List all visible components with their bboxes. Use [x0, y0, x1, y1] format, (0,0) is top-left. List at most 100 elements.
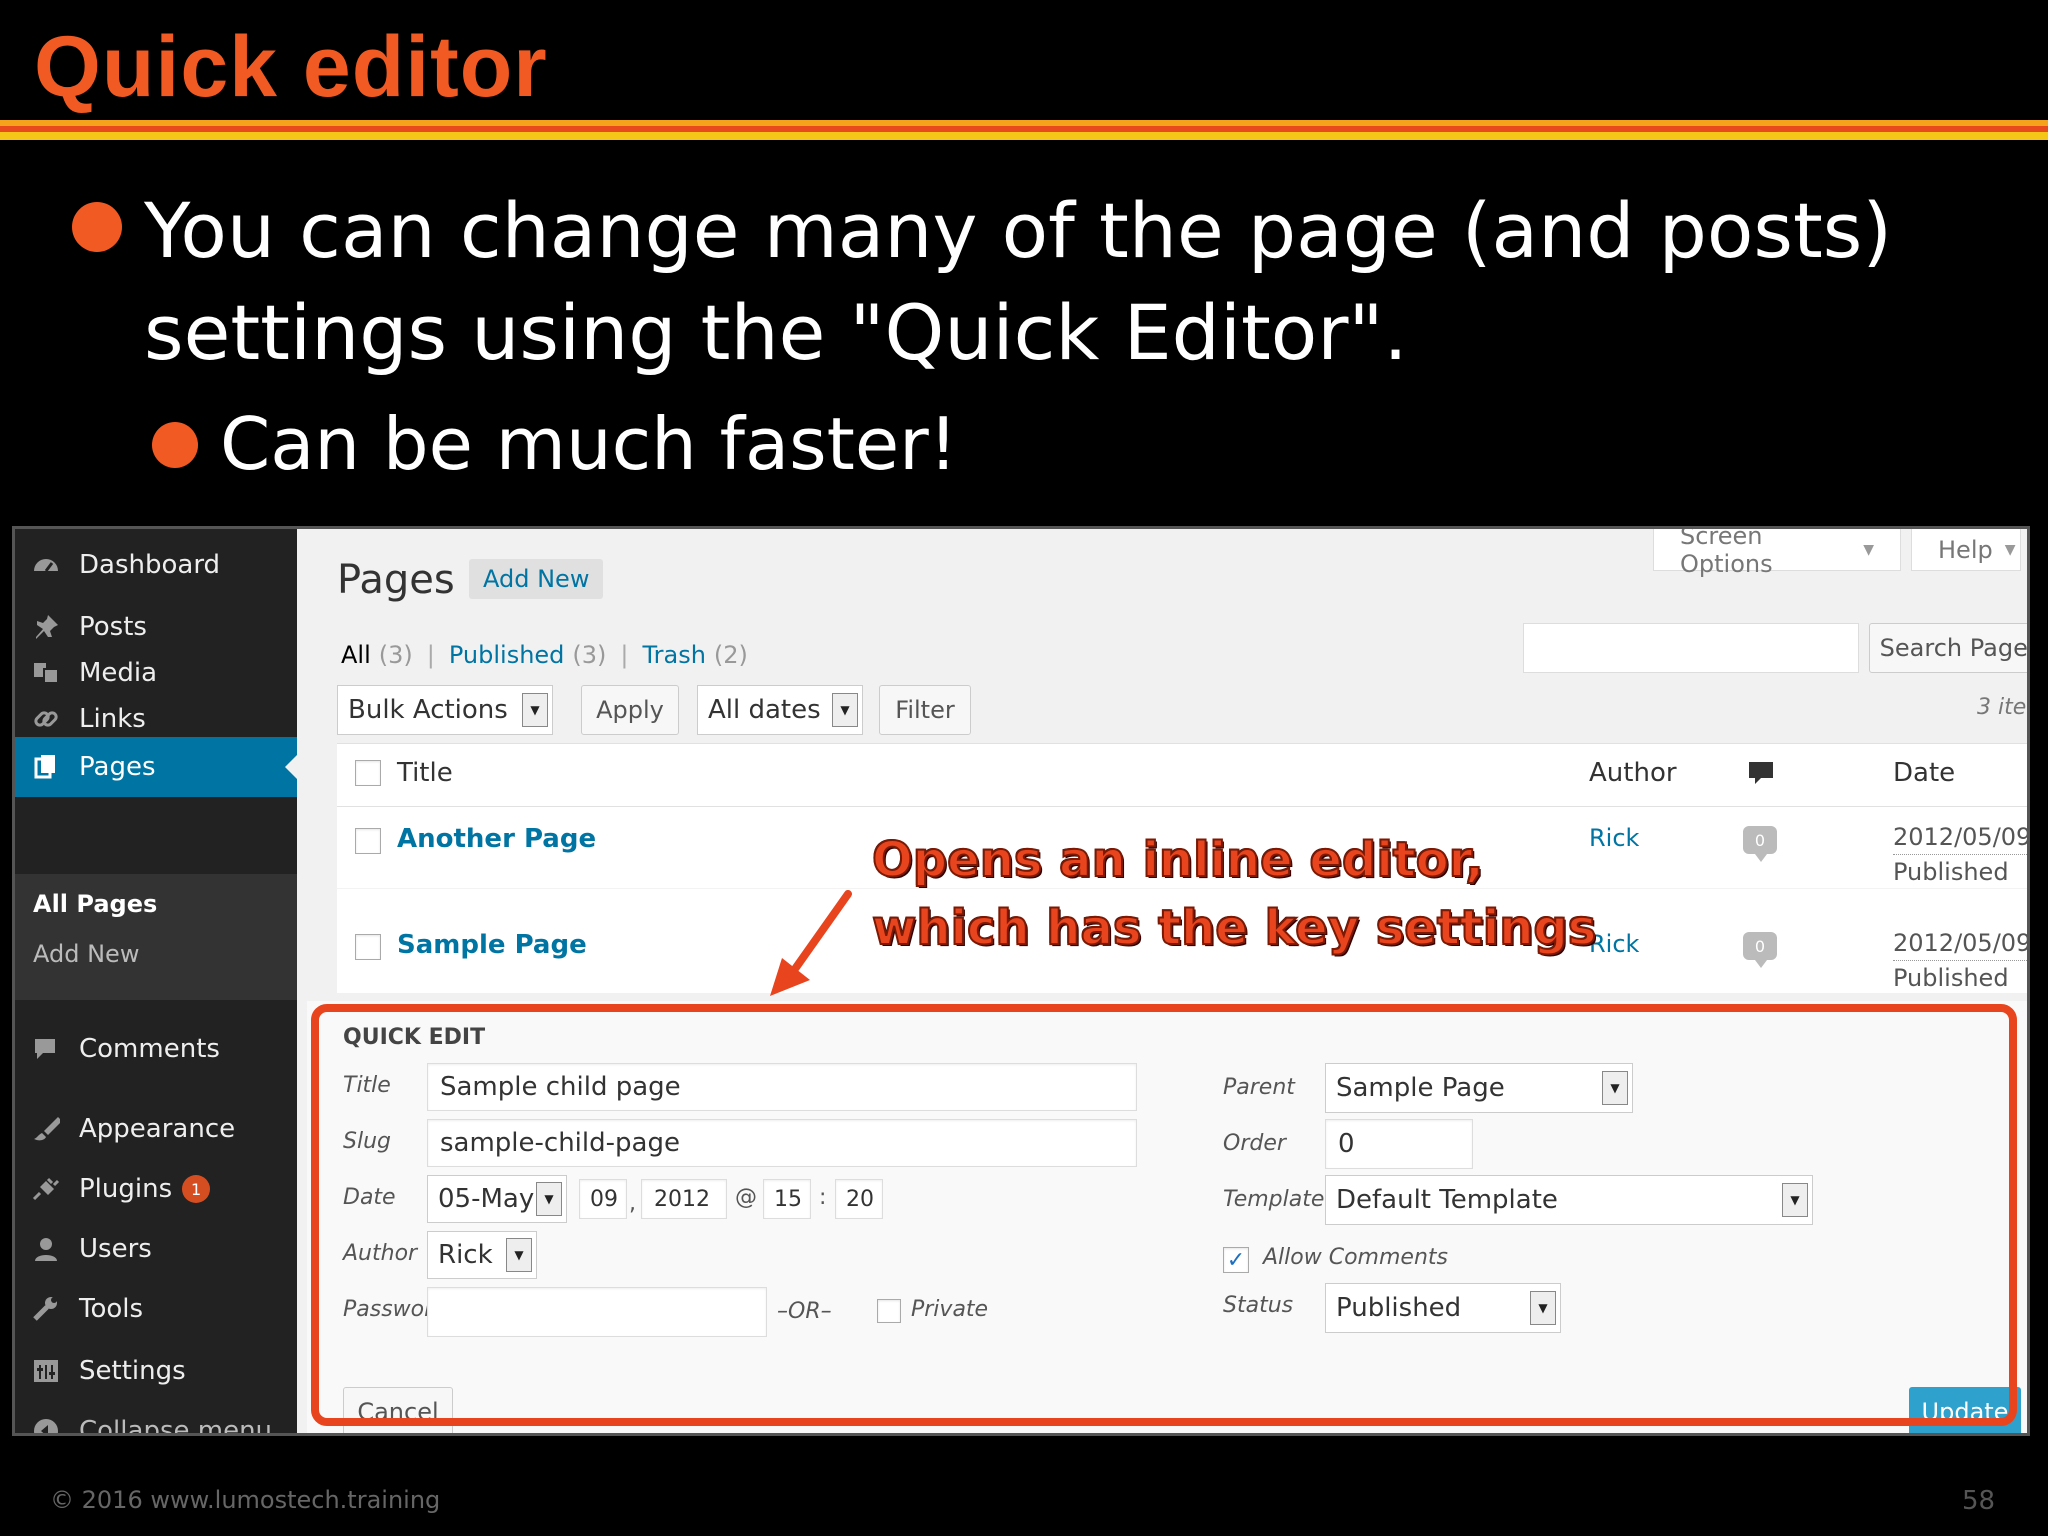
view-separator: |: [620, 641, 629, 669]
row-checkbox[interactable]: [355, 934, 381, 960]
callout-line-2: which has the key settings: [871, 899, 1597, 957]
row-date-value: 2012/05/09: [1893, 820, 2027, 855]
comment-count-bubble[interactable]: 0: [1743, 826, 1777, 862]
comments-column-icon[interactable]: [1747, 760, 1775, 792]
sidebar-item-settings[interactable]: Settings: [15, 1341, 297, 1401]
row-status: Published: [1893, 858, 2009, 886]
callout-arrow-icon: [770, 890, 852, 996]
date-filter-value: All dates: [708, 695, 821, 725]
sidebar-item-label: Appearance: [79, 1114, 236, 1144]
user-icon: [29, 1232, 63, 1266]
bullet-dot: [152, 422, 198, 468]
add-new-page-button[interactable]: Add New: [469, 559, 604, 599]
status-filter-links: All (3) | Published (3) | Trash (2): [341, 641, 748, 669]
view-all-count: (3): [378, 641, 413, 669]
row-title-link[interactable]: Another Page: [397, 824, 596, 854]
page-title: Pages: [337, 557, 455, 603]
chevron-down-icon: ▼: [2004, 541, 2016, 558]
sidebar-item-dashboard[interactable]: Dashboard: [15, 535, 297, 595]
column-title[interactable]: Title: [397, 758, 453, 788]
bullet-main-text: You can change many of the page (and pos…: [144, 186, 1893, 377]
callout-line-1: Opens an inline editor,: [871, 831, 1485, 889]
sidebar-collapse-menu[interactable]: Collapse menu: [15, 1401, 297, 1436]
media-icon: [29, 656, 63, 690]
sidebar-item-label: Plugins: [79, 1174, 173, 1204]
comment-icon: [29, 1032, 63, 1066]
sidebar-item-label: Links: [79, 704, 146, 734]
search-pages-button[interactable]: Search Pages: [1869, 623, 2027, 673]
pages-submenu: All Pages Add New: [15, 874, 297, 1000]
sidebar-item-label: Users: [79, 1234, 152, 1264]
bulk-actions-value: Bulk Actions: [348, 695, 508, 725]
slide-page-number: 58: [1962, 1486, 1996, 1516]
dashboard-icon: [29, 548, 63, 582]
help-button[interactable]: Help ▼: [1911, 529, 2021, 571]
slide-title: Quick editor: [34, 19, 548, 115]
brush-icon: [29, 1112, 63, 1146]
bulk-actions-select[interactable]: Bulk Actions ▼: [337, 685, 553, 735]
bullet-dot: [72, 202, 122, 252]
wrench-icon: [29, 1292, 63, 1326]
bullet-main: You can change many of the page (and pos…: [72, 180, 1972, 384]
screen-options-button[interactable]: Screen Options ▼: [1653, 529, 1901, 578]
sidebar-item-label: Comments: [79, 1034, 220, 1064]
view-separator: |: [426, 641, 435, 669]
sidebar-item-label: Media: [79, 658, 158, 688]
column-author: Author: [1589, 758, 1677, 788]
submenu-all-pages[interactable]: All Pages: [33, 890, 157, 918]
chevron-down-icon: ▼: [522, 693, 548, 727]
sidebar-item-label: Tools: [79, 1294, 144, 1324]
sidebar-item-users[interactable]: Users: [15, 1219, 297, 1279]
row-date: 2012/05/09 Published: [1893, 926, 2027, 995]
view-published-count: (3): [572, 641, 607, 669]
slide-footer: © 2016 www.lumostech.training: [50, 1486, 441, 1514]
view-trash[interactable]: Trash: [643, 641, 706, 669]
select-all-checkbox[interactable]: [355, 760, 381, 786]
sidebar-item-comments[interactable]: Comments: [15, 1019, 297, 1079]
screen-options-label: Screen Options: [1680, 526, 1773, 578]
date-filter-select[interactable]: All dates ▼: [697, 685, 863, 735]
filter-button[interactable]: Filter: [879, 685, 971, 735]
bullet-sub: Can be much faster!: [152, 394, 958, 494]
submenu-add-new[interactable]: Add New: [33, 940, 139, 968]
sidebar-item-pages[interactable]: Pages: [15, 737, 297, 797]
link-icon: [29, 702, 63, 736]
sidebar-item-plugins[interactable]: Plugins 1: [15, 1159, 297, 1219]
sidebar-item-label: Collapse menu: [79, 1416, 273, 1436]
row-date: 2012/05/09 Published: [1893, 820, 2027, 889]
sidebar-item-label: Pages: [79, 752, 156, 782]
sidebar-item-appearance[interactable]: Appearance: [15, 1099, 297, 1159]
plug-icon: [29, 1172, 63, 1206]
sidebar-item-label: Settings: [79, 1356, 186, 1386]
row-status: Published: [1893, 964, 2009, 992]
settings-icon: [29, 1354, 63, 1388]
search-input[interactable]: [1523, 623, 1859, 673]
apply-button[interactable]: Apply: [581, 685, 679, 735]
collapse-icon: [29, 1414, 63, 1433]
view-all[interactable]: All: [341, 641, 371, 669]
row-author-link[interactable]: Rick: [1589, 824, 1639, 852]
sidebar-item-label: Dashboard: [79, 550, 221, 580]
sidebar-item-tools[interactable]: Tools: [15, 1279, 297, 1339]
callout-text: Opens an inline editor, which has the ke…: [871, 826, 1597, 962]
chevron-down-icon: ▼: [832, 693, 858, 727]
plugins-update-badge: 1: [182, 1175, 211, 1203]
chevron-down-icon: ▼: [1863, 541, 1874, 558]
row-checkbox[interactable]: [355, 828, 381, 854]
row-date-value: 2012/05/09: [1893, 926, 2027, 961]
sidebar-item-label: Posts: [79, 612, 147, 642]
title-stripe: [0, 132, 2048, 140]
items-count: 3 items: [1977, 695, 2027, 720]
row-title-link[interactable]: Sample Page: [397, 930, 587, 960]
view-trash-count: (2): [713, 641, 748, 669]
row-author-link[interactable]: Rick: [1589, 930, 1639, 958]
column-date[interactable]: Date: [1893, 758, 1955, 788]
help-label: Help: [1938, 535, 1993, 564]
view-published[interactable]: Published: [449, 641, 565, 669]
pages-icon: [29, 750, 63, 784]
admin-sidebar: Dashboard Posts Media Links Pages All Pa…: [15, 529, 297, 1436]
bullet-sub-text: Can be much faster!: [220, 402, 958, 486]
pin-icon: [29, 610, 63, 644]
table-divider: [337, 806, 2027, 807]
comment-count-bubble[interactable]: 0: [1743, 932, 1777, 968]
